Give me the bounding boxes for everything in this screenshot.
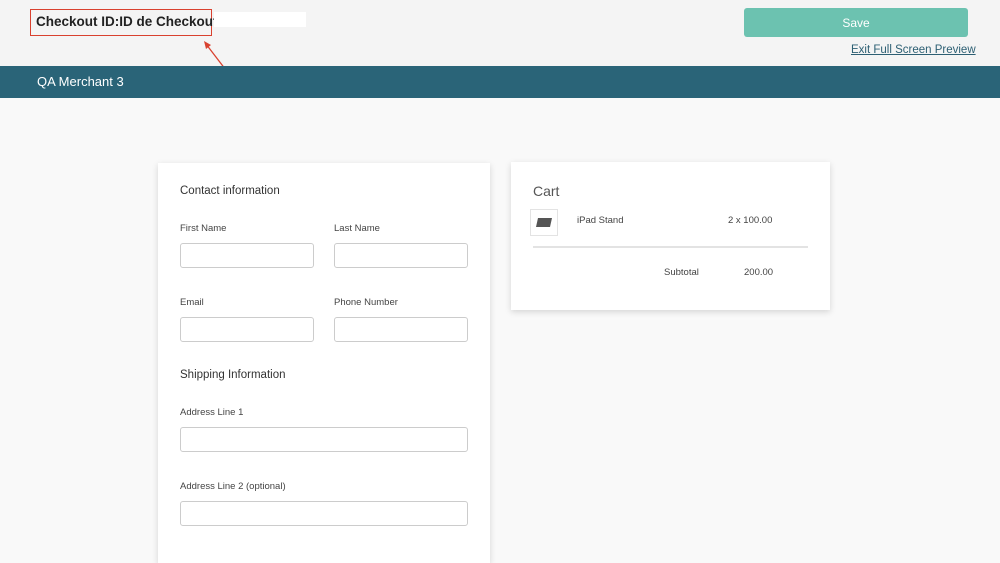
cart-item-qty-price: 2 x 100.00: [728, 215, 773, 226]
exit-full-screen-link[interactable]: Exit Full Screen Preview: [851, 44, 976, 56]
product-thumbnail: [530, 209, 558, 236]
email-input[interactable]: [180, 317, 314, 342]
top-bar: Checkout ID:ID de Checkout : Save Exit F…: [0, 0, 1000, 79]
cart-item-name: iPad Stand: [577, 215, 624, 226]
address2-input[interactable]: [180, 501, 468, 526]
cart-divider: [533, 246, 808, 248]
contact-title: Contact information: [180, 185, 280, 197]
subtotal-label: Subtotal: [664, 267, 699, 278]
merchant-banner: QA Merchant 3: [0, 66, 1000, 98]
ipad-stand-icon: [536, 218, 552, 227]
shipping-title: Shipping Information: [180, 369, 286, 381]
last-name-label: Last Name: [334, 223, 380, 234]
email-label: Email: [180, 297, 204, 308]
last-name-input[interactable]: [334, 243, 468, 268]
phone-label: Phone Number: [334, 297, 398, 308]
cart-card: Cart iPad Stand 2 x 100.00 Subtotal 200.…: [511, 162, 830, 310]
checkout-form: Contact information First Name Last Name…: [158, 163, 490, 563]
first-name-label: First Name: [180, 223, 227, 234]
subtotal-value: 200.00: [744, 267, 774, 278]
first-name-input[interactable]: [180, 243, 314, 268]
save-button[interactable]: Save: [744, 8, 968, 37]
checkout-id-label: Checkout ID:ID de Checkout :: [30, 9, 226, 36]
address1-input[interactable]: [180, 427, 468, 452]
cart-title: Cart: [533, 183, 560, 199]
phone-input[interactable]: [334, 317, 468, 342]
address1-label: Address Line 1: [180, 407, 244, 418]
checkout-id-value: [214, 12, 306, 27]
address2-label: Address Line 2 (optional): [180, 481, 286, 492]
